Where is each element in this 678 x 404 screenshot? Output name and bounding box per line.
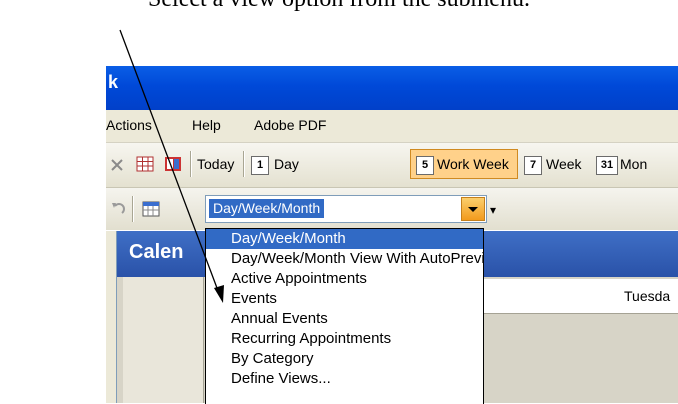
work-week-button[interactable]: Work Week: [437, 156, 509, 172]
work-week-icon[interactable]: 5: [416, 156, 434, 175]
annotation-arrow: [119, 29, 224, 303]
